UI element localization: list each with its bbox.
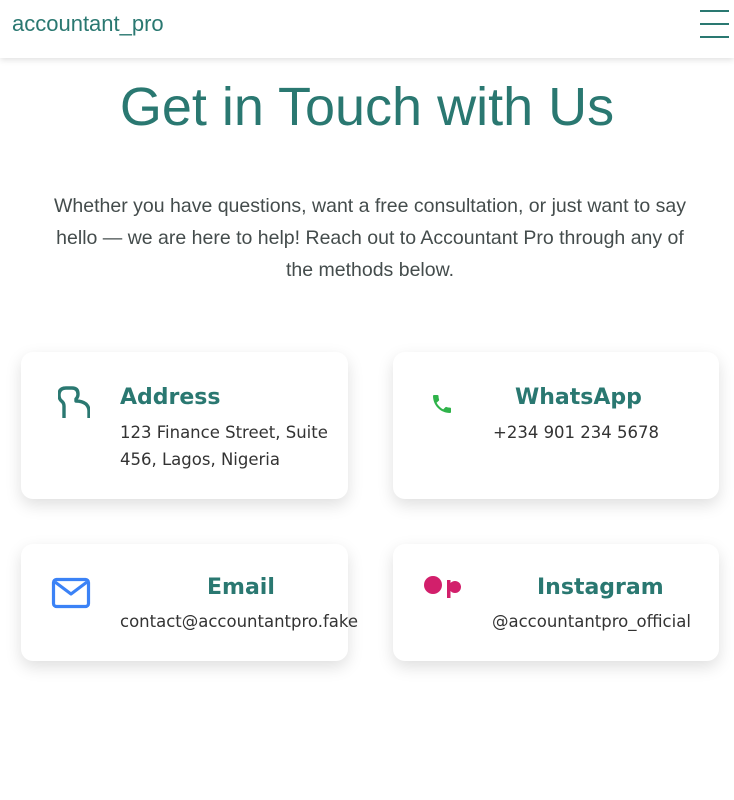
email-address[interactable]: contact@accountantpro.fake (120, 608, 358, 635)
navbar: accountant_pro (0, 0, 734, 58)
whatsapp-number[interactable]: +234 901 234 5678 (493, 419, 659, 446)
whatsapp-card[interactable]: WhatsApp +234 901 234 5678 (393, 352, 719, 499)
page-title: Get in Touch with Us (119, 77, 615, 137)
menu-bar (700, 10, 729, 12)
location-icon (57, 386, 91, 425)
menu-bar (700, 36, 729, 38)
email-card[interactable]: Email contact@accountantpro.fake (21, 544, 358, 661)
address-card: Address 123 Finance Street, Suite 456, L… (21, 352, 348, 499)
email-title: Email (207, 575, 275, 600)
address-line-1: 123 Finance Street, Suite (120, 423, 328, 442)
intro-text: Whether you have questions, want a free … (54, 195, 686, 281)
instagram-handle[interactable]: @accountantpro_official (492, 608, 691, 635)
envelope-icon (51, 577, 91, 614)
address-title: Address (120, 385, 221, 410)
patreon-style-icon (423, 574, 463, 605)
whatsapp-title: WhatsApp (515, 385, 642, 410)
instagram-title: Instagram (537, 575, 664, 600)
menu-bar (700, 23, 729, 25)
phone-icon (430, 392, 454, 421)
brand-logo-link[interactable]: accountant_pro (12, 11, 164, 37)
address-line-2: 456, Lagos, Nigeria (120, 450, 280, 469)
hamburger-menu-icon[interactable] (700, 8, 729, 40)
instagram-card[interactable]: Instagram @accountantpro_official (393, 544, 719, 661)
